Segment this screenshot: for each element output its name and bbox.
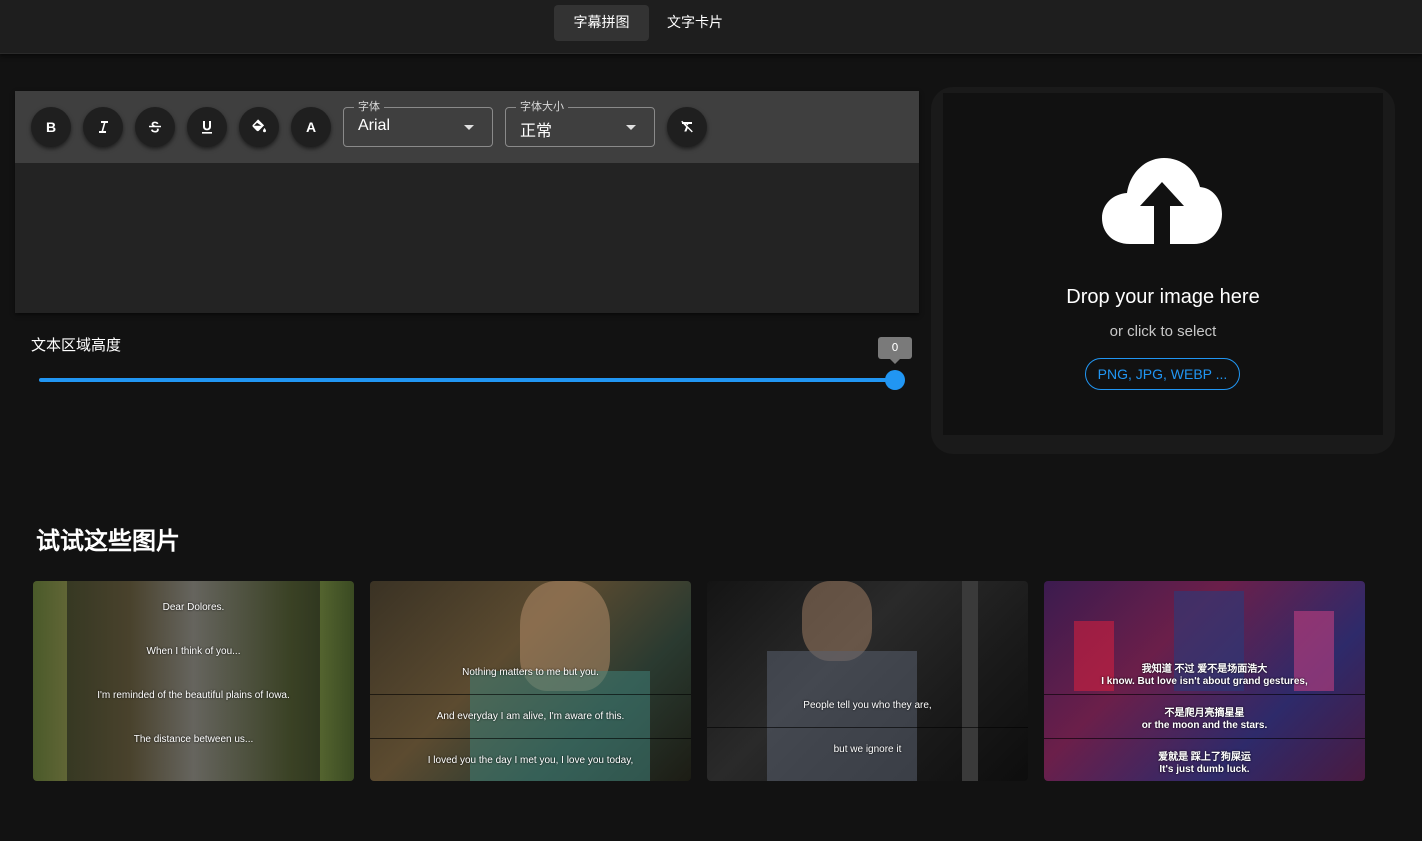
caption: Nothing matters to me but you. (462, 667, 599, 678)
dropzone-title: Drop your image here (1066, 286, 1260, 308)
chevron-down-icon (626, 125, 636, 130)
sample-image-2[interactable]: Nothing matters to me but you. And every… (370, 581, 691, 781)
cloud-upload-icon (1102, 158, 1222, 244)
strip (33, 757, 354, 781)
fill-color-button[interactable] (239, 107, 279, 147)
editor-toolbar: B A 字体 Arial 字体大小 正常 (15, 91, 919, 163)
caption: And everyday I am alive, I'm aware of th… (436, 711, 625, 722)
accepted-formats-chip: PNG, JPG, WEBP ... (1085, 358, 1240, 390)
figure (802, 581, 872, 661)
strikethrough-button[interactable] (135, 107, 175, 147)
italic-icon (99, 121, 108, 133)
font-size-value: 正常 (520, 123, 553, 140)
font-family-value: Arial (358, 117, 391, 134)
caption: It's just dumb luck. (1159, 764, 1250, 775)
caption: Dear Dolores. (162, 602, 225, 613)
rich-text-editor: B A 字体 Arial 字体大小 正常 (15, 91, 919, 313)
fill-color-icon (252, 119, 266, 133)
clear-format-icon (681, 120, 693, 133)
caption: The distance between us... (133, 734, 254, 745)
font-size-label: 字体大小 (516, 100, 568, 114)
caption: People tell you who they are, (803, 700, 932, 711)
text-area-height-label: 文本区域高度 (31, 336, 122, 354)
divider (1044, 694, 1365, 695)
caption: I'm reminded of the beautiful plains of … (97, 690, 290, 701)
sample-image-3[interactable]: People tell you who they are, but we ign… (707, 581, 1028, 781)
text-area-height-slider[interactable] (39, 378, 896, 382)
caption: or the moon and the stars. (1141, 720, 1268, 731)
text-color-button[interactable]: A (291, 107, 331, 147)
font-family-label: 字体 (354, 100, 384, 114)
bold-button[interactable]: B (31, 107, 71, 147)
top-nav: 字幕拼图 文字卡片 (0, 0, 1422, 54)
italic-button[interactable] (83, 107, 123, 147)
slider-value-tooltip: 0 (878, 337, 912, 364)
slider-thumb[interactable] (885, 370, 905, 390)
divider (1044, 738, 1365, 739)
editor-text-area[interactable] (15, 163, 919, 313)
caption: I loved you the day I met you, I love yo… (427, 755, 634, 766)
figure (767, 651, 917, 781)
sample-image-4[interactable]: 我知道 不过 爱不是场面浩大 I know. But love isn't ab… (1044, 581, 1365, 781)
clear-format-button[interactable] (667, 107, 707, 147)
caption: 爱就是 踩上了狗屎运 (1158, 752, 1251, 763)
gallery-title: 试试这些图片 (36, 527, 180, 555)
text-color-icon: A (305, 119, 317, 135)
caption: but we ignore it (833, 744, 902, 755)
caption: I know. But love isn't about grand gestu… (1101, 676, 1308, 687)
bold-icon: B (45, 119, 57, 135)
underline-icon (202, 121, 212, 134)
caption: When I think of you... (146, 646, 241, 657)
underline-button[interactable] (187, 107, 227, 147)
divider (370, 694, 691, 695)
chevron-down-icon (464, 125, 474, 130)
divider (370, 738, 691, 739)
sample-image-1[interactable]: Dear Dolores. When I think of you... I'm… (33, 581, 354, 781)
divider (707, 727, 1028, 728)
dropzone-subtitle: or click to select (1109, 323, 1217, 340)
font-size-select[interactable]: 字体大小 正常 (505, 100, 655, 147)
tab-subtitle-collage[interactable]: 字幕拼图 (554, 5, 649, 41)
caption: 不是爬月亮摘星星 (1164, 708, 1245, 719)
font-family-select[interactable]: 字体 Arial (343, 100, 493, 147)
strikethrough-icon (149, 121, 161, 133)
tab-text-card[interactable]: 文字卡片 (652, 5, 738, 41)
caption: 我知道 不过 爱不是场面浩大 (1141, 664, 1268, 675)
